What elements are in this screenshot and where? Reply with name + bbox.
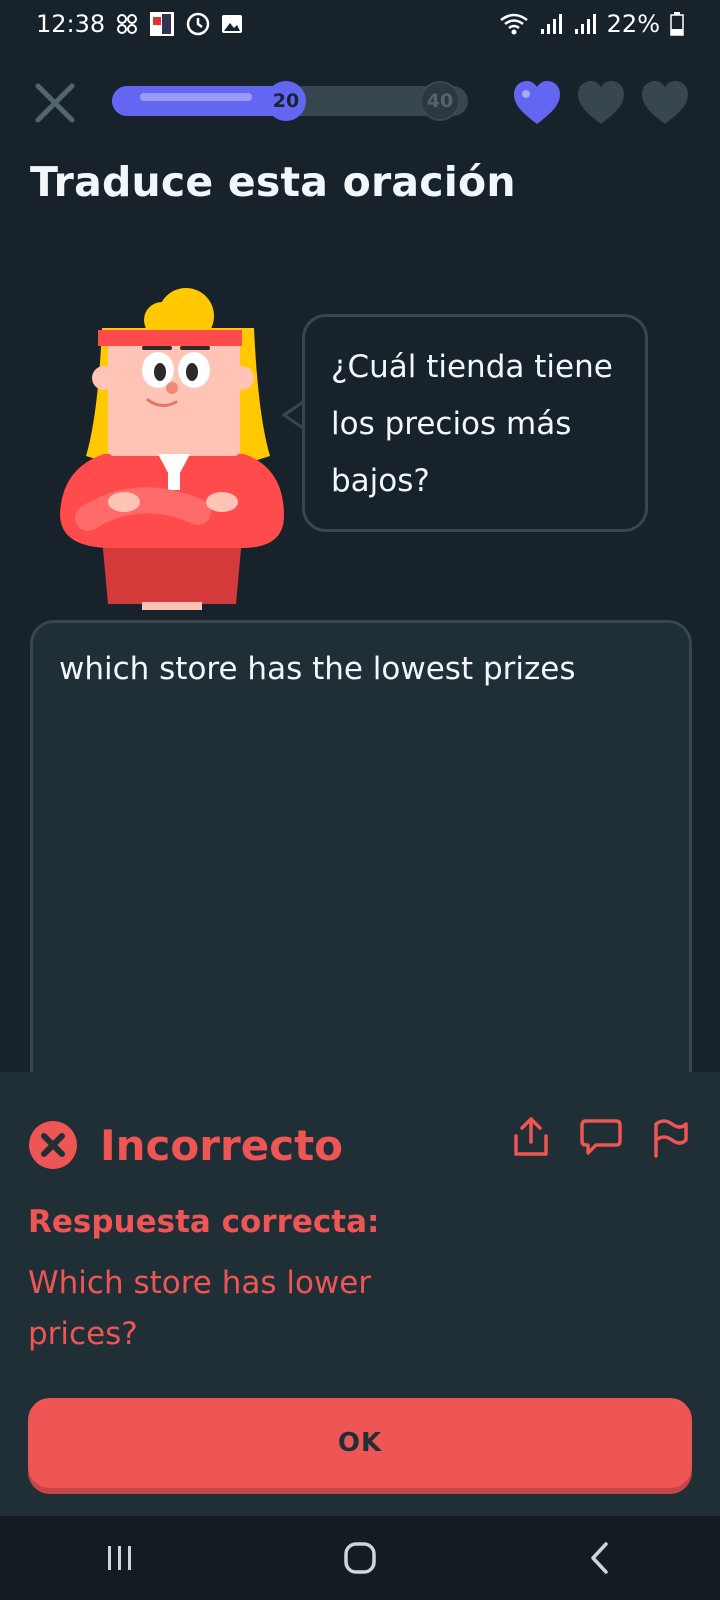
signal-icon (539, 13, 563, 35)
app-icon (149, 11, 175, 37)
battery-icon (670, 12, 684, 36)
correct-answer-line: Which store has lower (28, 1265, 372, 1301)
wifi-icon (499, 12, 529, 36)
progress-fill (112, 86, 292, 116)
feedback-panel: Incorrecto Respuesta correcta: Which sto… (0, 1072, 720, 1516)
answer-textarea[interactable]: which store has the lowest prizes (30, 620, 692, 1140)
prompt-bubble: ¿Cuál tienda tiene los precios más bajos… (302, 314, 648, 532)
feedback-status: Incorrecto (100, 1120, 344, 1170)
timer-icon (185, 11, 211, 37)
pinwheel-icon (115, 12, 139, 36)
prompt-line: ¿Cuál tienda tiene (331, 349, 613, 385)
comment-icon[interactable] (580, 1116, 622, 1158)
page-title: Traduce esta oración (30, 158, 516, 206)
prompt-line: los precios más (331, 406, 572, 442)
battery-percent: 22% (606, 10, 660, 38)
status-bar: 12:38 22% (0, 0, 720, 48)
heart-icon (640, 80, 690, 126)
clock: 12:38 (36, 10, 106, 38)
progress-current-marker: 20 (266, 81, 306, 121)
close-icon[interactable] (30, 78, 80, 128)
image-icon (221, 13, 243, 35)
correct-answer-label: Respuesta correcta: (28, 1204, 380, 1240)
answer-text: which store has the lowest prizes (59, 651, 576, 687)
ok-button[interactable]: OK (28, 1398, 692, 1488)
prompt-line: bajos? (331, 463, 430, 499)
progress-goal-marker: 40 (420, 81, 460, 121)
heart-icon (576, 80, 626, 126)
heart-icon (512, 80, 562, 126)
progress-bar: 20 40 (112, 81, 468, 121)
system-nav-bar (0, 1516, 720, 1600)
recent-apps-icon[interactable] (90, 1528, 150, 1588)
signal-icon (573, 13, 597, 35)
correct-answer-line: prices? (28, 1316, 138, 1352)
hearts (512, 80, 690, 126)
back-icon[interactable] (570, 1528, 630, 1588)
error-icon (28, 1120, 78, 1170)
lesson-top-bar: 20 40 (0, 70, 720, 134)
home-icon[interactable] (330, 1528, 390, 1588)
flag-icon[interactable] (650, 1116, 692, 1158)
share-icon[interactable] (510, 1116, 552, 1158)
correct-answer-text: Which store has lower prices? (28, 1258, 428, 1360)
progress-shine (140, 93, 252, 101)
character-illustration (58, 286, 298, 620)
